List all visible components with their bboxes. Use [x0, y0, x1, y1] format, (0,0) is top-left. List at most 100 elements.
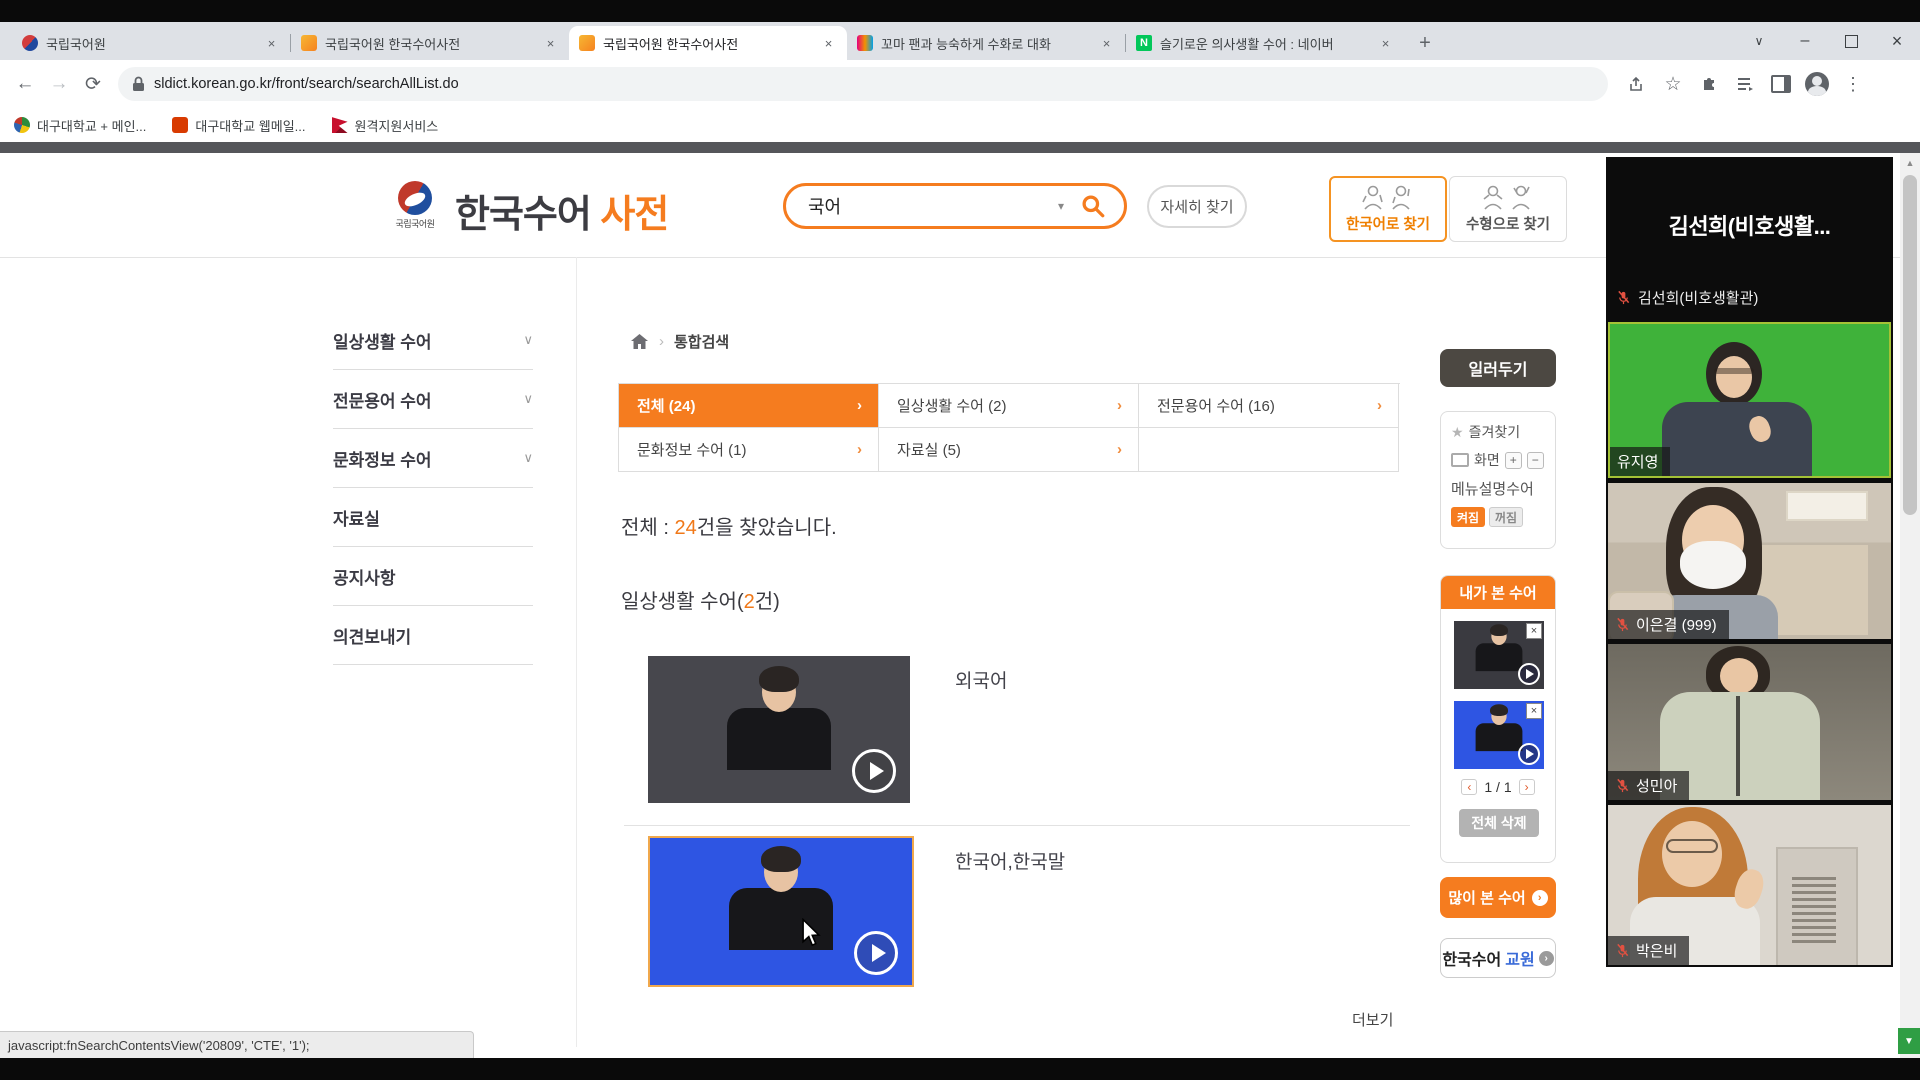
tab-naver[interactable]: 슬기로운 의사생활 수어 : 네이버: [1126, 26, 1404, 60]
arrow-right-icon: [1539, 951, 1554, 966]
bookmark-daegu-webmail[interactable]: 대구대학교 웹메일...: [172, 116, 305, 135]
pager-prev-button[interactable]: ‹: [1461, 779, 1477, 795]
more-link[interactable]: 더보기: [1352, 1009, 1393, 1030]
back-button[interactable]: [8, 67, 42, 101]
sign-language-figures-icon: [1359, 184, 1417, 210]
result-label[interactable]: 외국어: [955, 666, 1007, 693]
sidebar-item-feedback[interactable]: 의견보내기: [333, 606, 533, 665]
close-icon[interactable]: [1526, 703, 1542, 719]
reload-button[interactable]: [76, 67, 110, 101]
address-bar[interactable]: sldict.korean.go.kr/front/search/searchA…: [118, 67, 1608, 101]
tab-empty-cell: [1139, 428, 1399, 472]
tab-all[interactable]: 전체 (24): [619, 384, 879, 428]
tab-daily-sign[interactable]: 일상생활 수어 (2): [879, 384, 1139, 428]
scroll-down-icon[interactable]: [1898, 1028, 1920, 1054]
extensions-icon[interactable]: [1694, 69, 1724, 99]
sign-teacher-link[interactable]: 한국수어교원: [1440, 938, 1556, 978]
close-icon[interactable]: [1526, 623, 1542, 639]
participant-name-badge: 유지영: [1610, 447, 1670, 476]
bookmark-remote-support[interactable]: 원격지원서비스: [332, 116, 439, 135]
bookmark-daegu-main[interactable]: 대구대학교 + 메인...: [14, 116, 146, 135]
guide-button[interactable]: 일러두기: [1440, 349, 1556, 387]
search-box[interactable]: 국어: [783, 183, 1127, 229]
sidebar-item-notice[interactable]: 공지사항: [333, 547, 533, 606]
pager-next-button[interactable]: ›: [1519, 779, 1535, 795]
result-video-korean[interactable]: [648, 836, 914, 987]
site-logo[interactable]: 국립국어원: [392, 181, 438, 230]
url-text: sldict.korean.go.kr/front/search/searchA…: [154, 76, 459, 92]
play-icon[interactable]: [1518, 743, 1540, 765]
tab-sldict-active[interactable]: 국립국어원 한국수어사전: [569, 26, 847, 60]
breadcrumb: 통합검색: [630, 331, 729, 352]
recent-video-thumb[interactable]: [1454, 701, 1544, 769]
site-title-accent: 사전: [600, 194, 668, 236]
sidebar-item-daily-sign[interactable]: 일상생활 수어: [333, 311, 533, 370]
tab-close-icon[interactable]: [263, 35, 280, 52]
participant-tile-leeeungyeol[interactable]: 이은결 (999): [1608, 483, 1891, 639]
result-video-foreign-language[interactable]: [648, 656, 910, 803]
content-divider: [576, 257, 577, 1047]
play-icon[interactable]: [1518, 663, 1540, 685]
tab-title: 국립국어원: [46, 34, 255, 53]
minimize-button[interactable]: [1782, 22, 1828, 60]
participant-name-badge: 이은결 (999): [1608, 610, 1729, 639]
play-icon[interactable]: [852, 749, 896, 793]
result-label[interactable]: 한국어,한국말: [955, 847, 1065, 874]
popular-signs-button[interactable]: 많이 본 수어: [1440, 877, 1556, 918]
zoom-in-button[interactable]: +: [1505, 452, 1522, 469]
tab-close-icon[interactable]: [820, 35, 837, 52]
tab-archive[interactable]: 자료실 (5): [879, 428, 1139, 472]
search-icon[interactable]: [1080, 193, 1106, 219]
favorites-row[interactable]: 즐겨찾기: [1451, 422, 1555, 442]
close-window-button[interactable]: [1874, 22, 1920, 60]
zoom-out-button[interactable]: −: [1527, 452, 1544, 469]
arrow-right-icon: [1117, 441, 1122, 458]
detail-search-button[interactable]: 자세히 찾기: [1147, 185, 1247, 228]
tab-search-chevron-icon[interactable]: [1736, 22, 1782, 60]
bookmark-star-icon[interactable]: [1658, 69, 1688, 99]
sidebar-item-terminology-sign[interactable]: 전문용어 수어: [333, 370, 533, 429]
scrollbar-thumb[interactable]: [1903, 175, 1917, 515]
participant-tile-yujiyoung[interactable]: 유지영: [1608, 322, 1891, 478]
scroll-up-icon[interactable]: [1900, 155, 1920, 171]
arrow-right-icon: [857, 397, 862, 414]
find-by-handshape-button[interactable]: 수형으로 찾기: [1449, 176, 1567, 242]
menu-dots-icon[interactable]: [1838, 69, 1868, 99]
tab-close-icon[interactable]: [1377, 35, 1394, 52]
find-by-korean-button[interactable]: 한국어로 찾기: [1329, 176, 1447, 242]
participant-tile-seongmina[interactable]: 성민아: [1608, 644, 1891, 800]
reading-list-icon[interactable]: [1730, 69, 1760, 99]
page-scrollbar[interactable]: [1900, 153, 1920, 1058]
toggle-off-button[interactable]: 꺼짐: [1489, 507, 1523, 527]
delete-all-button[interactable]: 전체 삭제: [1459, 809, 1539, 837]
recent-video-thumb[interactable]: [1454, 621, 1544, 689]
maximize-button[interactable]: [1828, 22, 1874, 60]
search-input[interactable]: 국어: [808, 193, 1058, 219]
tab-culture-sign[interactable]: 문화정보 수어 (1): [619, 428, 879, 472]
new-tab-button[interactable]: [1410, 28, 1440, 58]
side-panel-icon[interactable]: [1766, 69, 1796, 99]
naver-favicon: [1136, 35, 1152, 51]
profile-avatar[interactable]: [1802, 69, 1832, 99]
tab-terminology-sign[interactable]: 전문용어 수어 (16): [1139, 384, 1399, 428]
forward-button[interactable]: [42, 67, 76, 101]
chevron-down-icon[interactable]: [1058, 199, 1064, 213]
chevron-down-icon: [523, 391, 533, 407]
share-icon[interactable]: [1622, 69, 1652, 99]
site-title[interactable]: 한국수어 사전: [455, 183, 668, 238]
participant-name-badge: 성민아: [1608, 771, 1689, 800]
sidebar-item-archive[interactable]: 자료실: [333, 488, 533, 547]
toggle-on-button[interactable]: 켜짐: [1451, 507, 1485, 527]
star-icon: [1451, 424, 1464, 441]
sidebar-item-culture-sign[interactable]: 문화정보 수어: [333, 429, 533, 488]
tab-jtbc[interactable]: 꼬마 팬과 능숙하게 수화로 대화: [847, 26, 1125, 60]
participant-tile-parkeunbi[interactable]: 박은비: [1608, 805, 1891, 965]
tab-close-icon[interactable]: [1098, 35, 1115, 52]
home-icon[interactable]: [630, 333, 649, 350]
pager-status: 1 / 1: [1484, 779, 1511, 795]
tab-nikl[interactable]: 국립국어원: [12, 26, 290, 60]
play-icon[interactable]: [854, 931, 898, 975]
tab-sldict-1[interactable]: 국립국어원 한국수어사전: [291, 26, 569, 60]
find-by-handshape-label: 수형으로 찾기: [1466, 213, 1550, 234]
tab-close-icon[interactable]: [542, 35, 559, 52]
